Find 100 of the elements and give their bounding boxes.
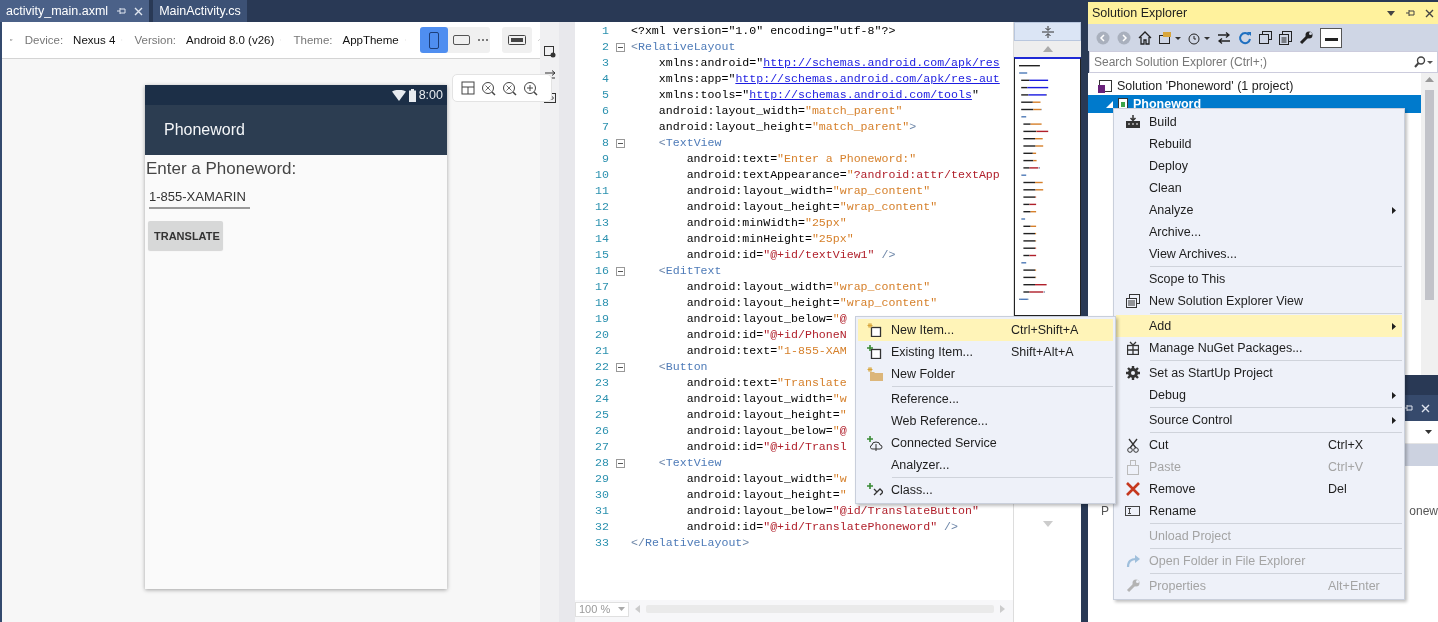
submenu-arrow-icon (1392, 206, 1396, 214)
line-number: 7 (601, 119, 609, 135)
dropdown-icon[interactable] (1387, 10, 1395, 16)
copy-icon[interactable] (1279, 30, 1292, 45)
add-class-icon (866, 482, 883, 498)
menu-item[interactable]: Manage NuGet Packages... (1116, 337, 1402, 359)
phoneword-field[interactable]: 1-855-XAMARIN (149, 189, 250, 209)
dropdown-value[interactable]: Android 8.0 (v26) (186, 34, 275, 46)
menu-item[interactable]: Scope to This (1116, 268, 1402, 290)
phone-icon (428, 31, 439, 49)
build-icon (1124, 115, 1141, 129)
line-number: 10 (594, 167, 609, 183)
line-number: 5 (601, 87, 609, 103)
menu-item[interactable]: Remove Del (1116, 478, 1402, 500)
file-tab[interactable]: MainActivity.cs (153, 0, 247, 22)
menu-item[interactable]: Existing Item... Shift+Alt+A (858, 341, 1113, 363)
dropdown-value[interactable]: AppTheme (342, 34, 399, 46)
menu-item[interactable]: Web Reference... (858, 410, 1113, 432)
layout-icon[interactable] (461, 81, 475, 95)
curved-arrow-icon (1125, 554, 1140, 568)
shortcut-label: Ctrl+Shift+A (1011, 323, 1080, 337)
vertical-scrollbar[interactable] (1421, 73, 1438, 375)
widget-icon[interactable] (507, 35, 526, 45)
package-icon (1126, 341, 1139, 355)
new-item-icon (867, 323, 882, 337)
collapse-icon[interactable] (615, 266, 625, 276)
preview-icon[interactable] (1320, 27, 1342, 48)
prompt-label: Enter a Phoneword: (146, 159, 297, 179)
menu-item[interactable]: Build (1116, 111, 1402, 133)
field-label: Theme: (293, 34, 333, 46)
pin-icon (116, 6, 127, 16)
more-icon[interactable] (475, 38, 490, 42)
properties-pane-icon[interactable] (543, 46, 556, 58)
sync-icon[interactable] (1217, 31, 1231, 44)
menu-item[interactable]: New Solution Explorer View (1116, 290, 1402, 312)
line-number: 25 (594, 407, 609, 423)
solution-icon (1098, 79, 1112, 93)
menu-item[interactable]: Debug (1116, 384, 1402, 406)
submenu-arrow-icon (1392, 322, 1396, 330)
line-number: 14 (594, 231, 609, 247)
menu-item[interactable]: Deploy (1116, 155, 1402, 177)
home-icon[interactable] (1138, 30, 1152, 45)
menu-item[interactable]: Archive... (1116, 221, 1402, 243)
menu-item[interactable]: Analyze (1116, 199, 1402, 221)
code-line: android:minWidth="25px" (685, 215, 847, 231)
line-number: 27 (594, 439, 609, 455)
schema-link[interactable]: http://schemas.android.com/tools (749, 88, 972, 101)
portrait-button[interactable] (419, 27, 448, 53)
menu-item[interactable]: Analyzer... (858, 454, 1113, 476)
field-label: Device: (24, 34, 64, 46)
collapse-all-icon[interactable] (1259, 31, 1272, 44)
search-field[interactable]: Search Solution Explorer (Ctrl+;) (1089, 51, 1438, 73)
wrench-icon[interactable] (1299, 30, 1313, 45)
translate-button[interactable]: TRANSLATE (148, 221, 223, 250)
dropdown-value[interactable]: Nexus 4 (73, 34, 116, 46)
code-line: android:id="@+id/textView1" /> (685, 247, 896, 263)
menu-item[interactable]: Add (1116, 315, 1402, 337)
menu-item[interactable]: Source Control (1116, 409, 1402, 431)
history-icon[interactable] (1188, 30, 1210, 45)
shortcut-label: Ctrl+V (1328, 460, 1365, 474)
line-number: 3 (601, 55, 609, 71)
menu-item[interactable]: Set as StartUp Project (1116, 362, 1402, 384)
menu-item[interactable]: New Item... Ctrl+Shift+A (858, 319, 1113, 341)
caret-icon (1425, 430, 1432, 434)
code-line: android:id="@+id/PhoneN (685, 327, 847, 343)
menu-item[interactable]: Connected Service (858, 432, 1113, 454)
code-line: android:layout_width="w (685, 391, 847, 407)
menu-item[interactable]: Class... (858, 479, 1113, 501)
code-line: android:id="@+id/Transl (685, 439, 847, 455)
split-button[interactable] (1014, 22, 1081, 41)
menu-item[interactable]: Clean (1116, 177, 1402, 199)
code-line: <EditText (657, 263, 722, 279)
line-number: 26 (594, 423, 609, 439)
schema-link[interactable]: http://schemas.android.com/apk/res (763, 56, 1000, 69)
menu-item[interactable]: Rebuild (1116, 133, 1402, 155)
collapse-icon[interactable] (615, 362, 625, 372)
menu-item[interactable]: Reference... (858, 388, 1113, 410)
collapse-icon[interactable] (615, 138, 625, 148)
menu-item[interactable]: New Folder (858, 363, 1113, 385)
pin-icon (1405, 8, 1415, 18)
new-folder-icon (866, 367, 883, 381)
zoom-fit-icon[interactable] (481, 80, 496, 96)
refresh-icon[interactable] (1238, 30, 1252, 45)
menu-item[interactable]: Cut Ctrl+X (1116, 434, 1402, 456)
line-number: 15 (594, 247, 609, 263)
collapse-icon[interactable] (615, 42, 625, 52)
close-icon[interactable] (1425, 8, 1434, 18)
menu-item[interactable]: View Archives... (1116, 243, 1402, 265)
zoom-in-icon[interactable] (523, 80, 538, 96)
schema-link[interactable]: http://schemas.android.com/apk/res-aut (735, 72, 1000, 85)
menu-item[interactable]: Rename (1116, 500, 1402, 522)
clipboard-icon (1126, 459, 1139, 475)
tree-item[interactable]: Solution 'Phoneword' (1 project) (1088, 77, 1421, 95)
collapse-icon[interactable] (615, 458, 625, 468)
zoom-fill-icon[interactable] (502, 80, 517, 96)
file-tab[interactable]: activity_main.axml (0, 0, 150, 22)
app-title: Phoneword (164, 121, 245, 139)
line-number: 9 (601, 151, 609, 167)
switch-views-icon[interactable] (1159, 30, 1181, 45)
line-number: 12 (594, 199, 609, 215)
